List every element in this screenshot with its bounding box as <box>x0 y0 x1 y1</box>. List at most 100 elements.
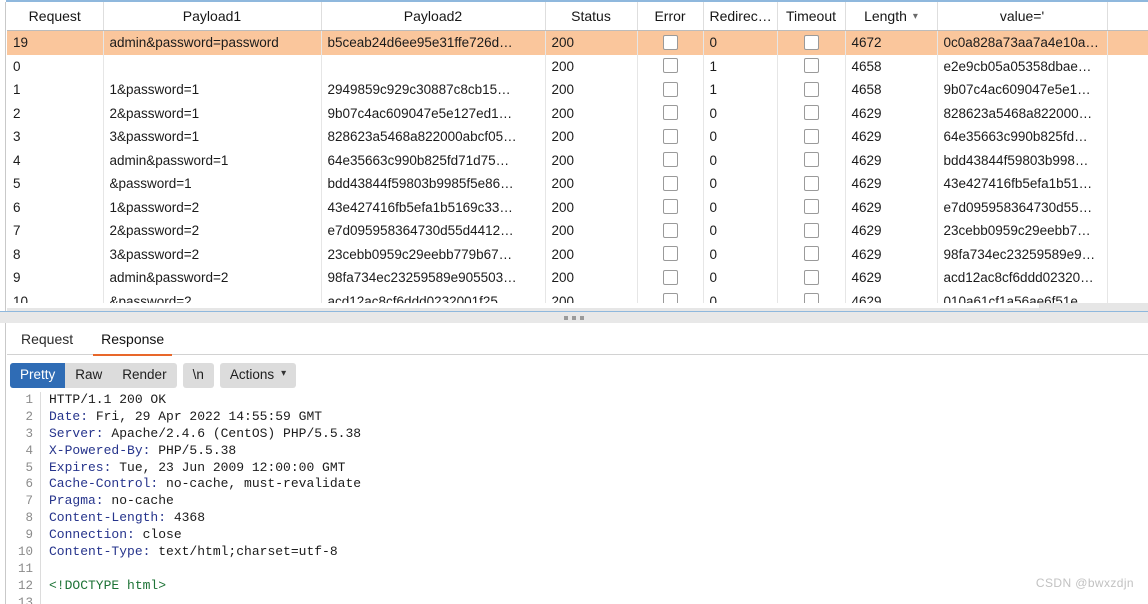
cell-error-checkbox[interactable] <box>637 148 704 172</box>
column-header-redirect[interactable]: Redirec… <box>703 2 778 31</box>
column-header-payload2[interactable]: Payload2 <box>321 2 546 31</box>
cell-error-checkbox[interactable] <box>637 242 704 266</box>
table-row[interactable]: 19 admin&password=password b5ceab24d6ee95e… <box>7 30 1148 55</box>
column-header-payload1[interactable]: Payload1 <box>103 2 322 31</box>
checkbox-icon[interactable] <box>662 34 678 50</box>
table-row[interactable]: 0 200 1 4658 e2e9cb05a05358dbae… <box>7 54 1148 78</box>
table-row[interactable]: 4 admin&password=1 64e35663c990b825fd71d75… <box>7 148 1148 172</box>
cell-status: 200 <box>545 172 638 196</box>
line-number: 12 <box>7 577 41 595</box>
actions-button[interactable]: Actions ▾ <box>219 363 297 388</box>
horizontal-splitter[interactable] <box>0 311 1148 323</box>
table-row[interactable]: 9 admin&password=2 98fa734ec23259589e90550… <box>7 266 1148 290</box>
cell-error-checkbox[interactable] <box>637 195 704 219</box>
checkbox-icon[interactable] <box>803 34 819 50</box>
cell-error-checkbox[interactable] <box>637 30 704 55</box>
line-number: 11 <box>7 560 41 578</box>
column-header-length[interactable]: Length ▾ <box>845 2 938 31</box>
table-row[interactable]: 6 1&password=2 43e427416fb5efa1b5169c33… 20… <box>7 195 1148 219</box>
checkbox-icon[interactable] <box>803 152 819 168</box>
cell-redirect: 1 <box>703 78 778 102</box>
splitter-grip-icon <box>564 316 584 320</box>
cell-redirect: 0 <box>703 125 778 149</box>
column-header-error[interactable]: Error <box>637 2 704 31</box>
checkbox-icon[interactable] <box>662 269 678 285</box>
checkbox-icon[interactable] <box>662 128 678 144</box>
column-header-request[interactable]: Request <box>7 2 104 31</box>
table-row[interactable]: 8 3&password=2 23cebb0959c29eebb779b67… 200… <box>7 242 1148 266</box>
code-line: 6 Cache-Control: no-cache, must-revalidat… <box>7 476 1148 494</box>
tab-request[interactable]: Request <box>7 325 87 354</box>
checkbox-icon[interactable] <box>662 105 678 121</box>
checkbox-icon[interactable] <box>662 81 678 97</box>
response-code-viewer[interactable]: 1 HTTP/1.1 200 OK 2 Date: Fri, 29 Apr 2022 … <box>7 392 1148 604</box>
code-line-text: Pragma: no-cache <box>41 493 174 510</box>
checkbox-icon[interactable] <box>803 81 819 97</box>
checkbox-icon[interactable] <box>662 152 678 168</box>
cell-timeout-checkbox[interactable] <box>777 54 846 78</box>
checkbox-icon[interactable] <box>662 222 678 238</box>
view-mode-segmented-control[interactable]: Pretty Raw Render <box>10 363 177 388</box>
view-button-pretty[interactable]: Pretty <box>10 363 66 388</box>
checkbox-icon[interactable] <box>662 175 678 191</box>
checkbox-icon[interactable] <box>662 199 678 215</box>
checkbox-icon[interactable] <box>803 222 819 238</box>
cell-timeout-checkbox[interactable] <box>777 125 846 149</box>
cell-timeout-checkbox[interactable] <box>777 172 846 196</box>
header-name: Server: <box>49 425 104 441</box>
cell-request: 0 <box>7 54 104 78</box>
cell-error-checkbox[interactable] <box>637 172 704 196</box>
cell-length: 4629 <box>845 266 938 290</box>
checkbox-icon[interactable] <box>662 246 678 262</box>
checkbox-icon[interactable] <box>803 128 819 144</box>
cell-error-checkbox[interactable] <box>637 219 704 243</box>
view-button-render[interactable]: Render <box>112 363 176 388</box>
checkbox-icon[interactable] <box>803 199 819 215</box>
cell-timeout-checkbox[interactable] <box>777 266 846 290</box>
cell-timeout-checkbox[interactable] <box>777 148 846 172</box>
cell-error-checkbox[interactable] <box>637 78 704 102</box>
column-header-status[interactable]: Status <box>545 2 638 31</box>
code-line-text: Server: Apache/2.4.6 (CentOS) PHP/5.5.38 <box>41 426 361 443</box>
column-header-extra[interactable] <box>1107 2 1148 31</box>
cell-error-checkbox[interactable] <box>637 101 704 125</box>
table-row[interactable]: 7 2&password=2 e7d095958364730d55d4412… 200… <box>7 219 1148 243</box>
newline-button[interactable]: \n <box>182 363 214 388</box>
cell-timeout-checkbox[interactable] <box>777 101 846 125</box>
results-table[interactable]: Request Payload1 Payload2 Status Error R… <box>7 2 1148 313</box>
cell-extra <box>1107 219 1148 243</box>
cell-timeout-checkbox[interactable] <box>777 242 846 266</box>
cell-status: 200 <box>545 266 638 290</box>
column-header-timeout[interactable]: Timeout <box>777 2 846 31</box>
cell-timeout-checkbox[interactable] <box>777 219 846 243</box>
cell-length: 4672 <box>845 30 938 55</box>
table-row[interactable]: 2 2&password=1 9b07c4ac609047e5e127ed1… 200… <box>7 101 1148 125</box>
cell-error-checkbox[interactable] <box>637 266 704 290</box>
header-value: no-cache, must-revalidate <box>158 476 362 492</box>
table-row[interactable]: 1 1&password=1 2949859c929c30887c8cb15… 200… <box>7 78 1148 102</box>
cell-timeout-checkbox[interactable] <box>777 30 846 55</box>
cell-error-checkbox[interactable] <box>637 54 704 78</box>
header-value: Fri, 29 Apr 2022 14:55:59 GMT <box>88 408 323 424</box>
checkbox-icon[interactable] <box>803 58 819 74</box>
cell-payload2: 828623a5468a822000abcf05… <box>321 125 546 149</box>
cell-length: 4658 <box>845 78 938 102</box>
cell-value: 43e427416fb5efa1b51… <box>937 172 1108 196</box>
view-button-raw[interactable]: Raw <box>65 363 112 388</box>
checkbox-icon[interactable] <box>803 269 819 285</box>
table-row[interactable]: 3 3&password=1 828623a5468a822000abcf05… 20… <box>7 125 1148 149</box>
checkbox-icon[interactable] <box>803 105 819 121</box>
cell-status: 200 <box>545 78 638 102</box>
checkbox-icon[interactable] <box>803 246 819 262</box>
checkbox-icon[interactable] <box>662 58 678 74</box>
cell-timeout-checkbox[interactable] <box>777 195 846 219</box>
cell-error-checkbox[interactable] <box>637 125 704 149</box>
cell-redirect: 0 <box>703 195 778 219</box>
cell-timeout-checkbox[interactable] <box>777 78 846 102</box>
checkbox-icon[interactable] <box>803 175 819 191</box>
tab-response[interactable]: Response <box>87 325 178 356</box>
intruder-results-panel: Request Payload1 Payload2 Status Error R… <box>0 0 1148 313</box>
cell-request: 1 <box>7 78 104 102</box>
column-header-value[interactable]: value=' <box>937 2 1108 31</box>
table-row[interactable]: 5 &password=1 bdd43844f59803b9985f5e86… 200… <box>7 172 1148 196</box>
